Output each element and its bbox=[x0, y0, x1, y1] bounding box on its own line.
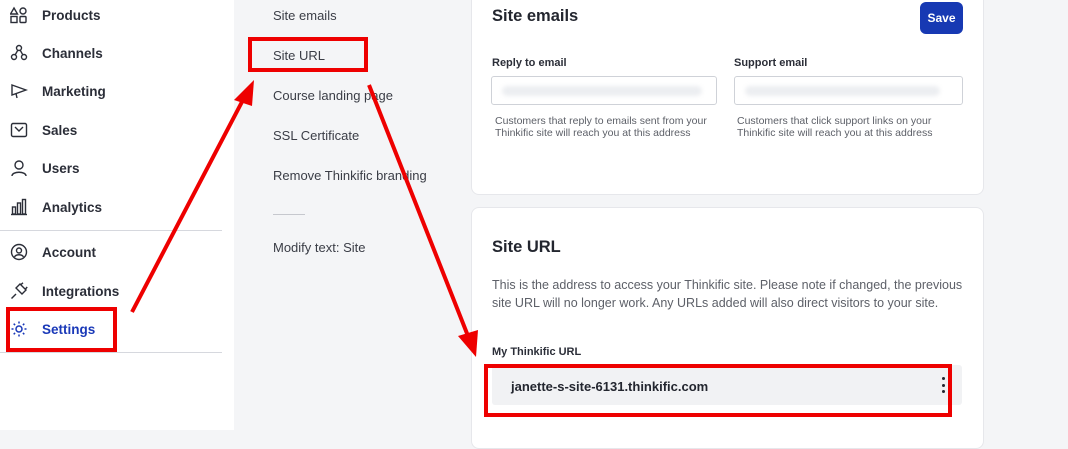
sidebar-item-label: Users bbox=[42, 160, 80, 176]
sidebar-divider bbox=[0, 352, 222, 353]
sidebar-item-label: Channels bbox=[42, 45, 103, 61]
thinkific-url-field[interactable]: janette-s-site-6131.thinkific.com bbox=[492, 365, 962, 405]
subnav-item-site-emails[interactable]: Site emails bbox=[273, 8, 337, 23]
more-options-icon[interactable] bbox=[938, 377, 948, 393]
gear-icon bbox=[10, 320, 28, 338]
sidebar-item-label: Marketing bbox=[42, 83, 106, 99]
support-email-label: Support email bbox=[734, 57, 808, 69]
sidebar-item-account[interactable]: Account bbox=[10, 237, 210, 267]
support-email-help: Customers that click support links on yo… bbox=[737, 115, 933, 139]
sidebar-item-sales[interactable]: Sales bbox=[10, 115, 210, 145]
site-url-description: This is the address to access your Think… bbox=[492, 278, 963, 310]
thinkific-url-label: My Thinkific URL bbox=[492, 346, 582, 358]
site-emails-title: Site emails bbox=[492, 7, 579, 25]
megaphone-icon bbox=[10, 82, 28, 100]
site-url-title: Site URL bbox=[492, 238, 561, 256]
bar-chart-icon bbox=[10, 198, 28, 216]
plug-icon bbox=[10, 282, 28, 300]
user-icon bbox=[10, 159, 28, 177]
save-button[interactable]: Save bbox=[920, 2, 963, 34]
thinkific-url-value: janette-s-site-6131.thinkific.com bbox=[511, 379, 709, 394]
sidebar-item-label: Products bbox=[42, 7, 101, 23]
subnav-divider bbox=[273, 214, 305, 215]
channels-icon bbox=[10, 44, 28, 62]
sales-icon bbox=[10, 121, 28, 139]
sidebar-item-label: Settings bbox=[42, 321, 96, 337]
subnav-item-modify-text[interactable]: Modify text: Site bbox=[273, 240, 365, 255]
sidebar-divider bbox=[0, 230, 222, 231]
sidebar-item-marketing[interactable]: Marketing bbox=[10, 76, 210, 106]
site-emails-card: Site emails Save Reply to email Support … bbox=[471, 0, 984, 195]
shapes-icon bbox=[10, 6, 28, 24]
sidebar-item-integrations[interactable]: Integrations bbox=[10, 276, 210, 306]
subnav-item-ssl-certificate[interactable]: SSL Certificate bbox=[273, 128, 359, 143]
sidebar-item-analytics[interactable]: Analytics bbox=[10, 192, 210, 222]
sidebar-item-products[interactable]: Products bbox=[10, 0, 210, 30]
sidebar-item-label: Analytics bbox=[42, 199, 103, 215]
sidebar: Products Channels Marketing Sales Users … bbox=[0, 0, 234, 430]
support-email-input[interactable] bbox=[734, 76, 963, 105]
account-icon bbox=[10, 243, 28, 261]
sidebar-item-settings[interactable]: Settings bbox=[10, 314, 210, 344]
reply-email-input[interactable] bbox=[491, 76, 717, 105]
settings-subnav: Site emails Site URL Course landing page… bbox=[234, 0, 470, 430]
sidebar-item-channels[interactable]: Channels bbox=[10, 38, 210, 68]
sidebar-item-users[interactable]: Users bbox=[10, 153, 210, 183]
sidebar-item-label: Integrations bbox=[42, 283, 120, 299]
subnav-item-remove-branding[interactable]: Remove Thinkific branding bbox=[273, 168, 427, 183]
subnav-item-site-url[interactable]: Site URL bbox=[273, 48, 325, 63]
sidebar-item-label: Account bbox=[42, 244, 96, 260]
site-url-card: Site URL This is the address to access y… bbox=[471, 207, 984, 449]
reply-email-help: Customers that reply to emails sent from… bbox=[495, 115, 707, 139]
sidebar-item-label: Sales bbox=[42, 122, 78, 138]
subnav-item-course-landing-page[interactable]: Course landing page bbox=[273, 88, 393, 103]
reply-email-label: Reply to email bbox=[492, 57, 567, 69]
